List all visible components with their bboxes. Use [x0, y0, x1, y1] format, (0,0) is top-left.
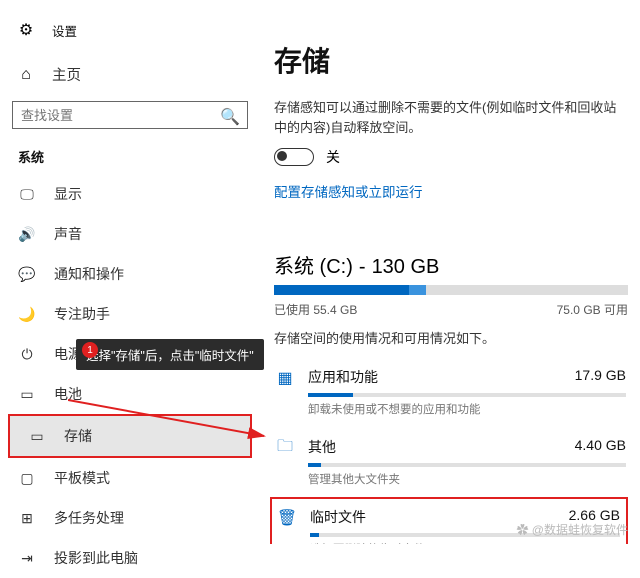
drive-free: 75.0 GB 可用	[557, 301, 628, 318]
power-icon: ⏻	[18, 346, 36, 363]
display-icon: 🖵	[18, 186, 36, 203]
drive-used: 已使用 55.4 GB	[274, 301, 357, 318]
home-icon: ⌂	[18, 66, 34, 84]
sidebar-item-tablet[interactable]: ▢平板模式	[0, 458, 260, 498]
content: 存储 存储感知可以通过删除不需要的文件(例如临时文件和回收站中的内容)自动释放空…	[260, 0, 640, 544]
settings-label: 设置	[52, 21, 77, 40]
usage-desc: 存储空间的使用情况和可用情况如下。	[274, 328, 628, 347]
step-number-badge: 1	[82, 342, 98, 358]
sidebar-item-display[interactable]: 🖵显示	[0, 174, 260, 214]
storage-sense-toggle[interactable]: 关	[274, 147, 628, 167]
tablet-icon: ▢	[18, 470, 36, 487]
notifications-icon: 💬	[18, 266, 36, 283]
sidebar-item-battery[interactable]: ▭电池	[0, 374, 260, 414]
watermark: ✿ @数据蛙恢复软件	[516, 521, 628, 538]
drive-name: 系统 (C:)	[274, 250, 353, 279]
focus-icon: 🌙	[18, 306, 36, 323]
category-apps[interactable]: ▦ 应用和功能17.9 GB 卸载未使用或不想要的应用和功能	[274, 357, 628, 427]
sidebar-item-project[interactable]: ⇥投影到此电脑	[0, 538, 260, 578]
battery-icon: ▭	[18, 386, 36, 403]
configure-link[interactable]: 配置存储感知或立即运行	[274, 181, 423, 201]
home-row[interactable]: ⌂ 主页	[0, 56, 260, 95]
folder-icon: 🗀	[276, 439, 294, 457]
instruction-tooltip: 选择"存储"后，点击"临时文件"	[76, 339, 264, 370]
settings-header: ⚙ 设置	[0, 16, 260, 50]
sidebar-item-multitask[interactable]: ⊞多任务处理	[0, 498, 260, 538]
sidebar-item-sound[interactable]: 🔊声音	[0, 214, 260, 254]
multitask-icon: ⊞	[18, 510, 36, 527]
storage-icon: ▭	[28, 428, 46, 445]
toggle-switch-icon[interactable]	[274, 148, 314, 166]
drive-usage-text: 已使用 55.4 GB 75.0 GB 可用	[274, 301, 628, 318]
search-input[interactable]	[12, 101, 248, 129]
sidebar-item-notifications[interactable]: 💬通知和操作	[0, 254, 260, 294]
drive-usage-bar	[274, 285, 628, 295]
drive-size: 130 GB	[372, 256, 440, 279]
sidebar: ⚙ 设置 ⌂ 主页 🔍 系统 🖵显示 🔊声音 💬通知和操作 🌙专注助手 ⏻电源和…	[0, 0, 260, 544]
sound-icon: 🔊	[18, 226, 36, 243]
project-icon: ⇥	[18, 550, 36, 567]
category-other[interactable]: 🗀 其他4.40 GB 管理其他大文件夹	[274, 427, 628, 497]
gear-icon: ⚙	[18, 20, 34, 40]
search-icon: 🔍	[220, 107, 240, 127]
search-box[interactable]: 🔍	[12, 101, 248, 129]
apps-icon: ▦	[276, 369, 294, 387]
trash-icon: 🗑	[278, 509, 296, 527]
page-desc: 存储感知可以通过删除不需要的文件(例如临时文件和回收站中的内容)自动释放空间。	[274, 98, 628, 137]
sidebar-item-storage[interactable]: ▭存储	[8, 414, 252, 458]
drive-header: 系统 (C:) - 130 GB	[274, 250, 628, 279]
section-header: 系统	[0, 141, 260, 174]
page-title: 存储	[274, 40, 628, 80]
sidebar-item-focus[interactable]: 🌙专注助手	[0, 294, 260, 334]
home-label: 主页	[52, 64, 81, 85]
toggle-label: 关	[326, 147, 340, 167]
